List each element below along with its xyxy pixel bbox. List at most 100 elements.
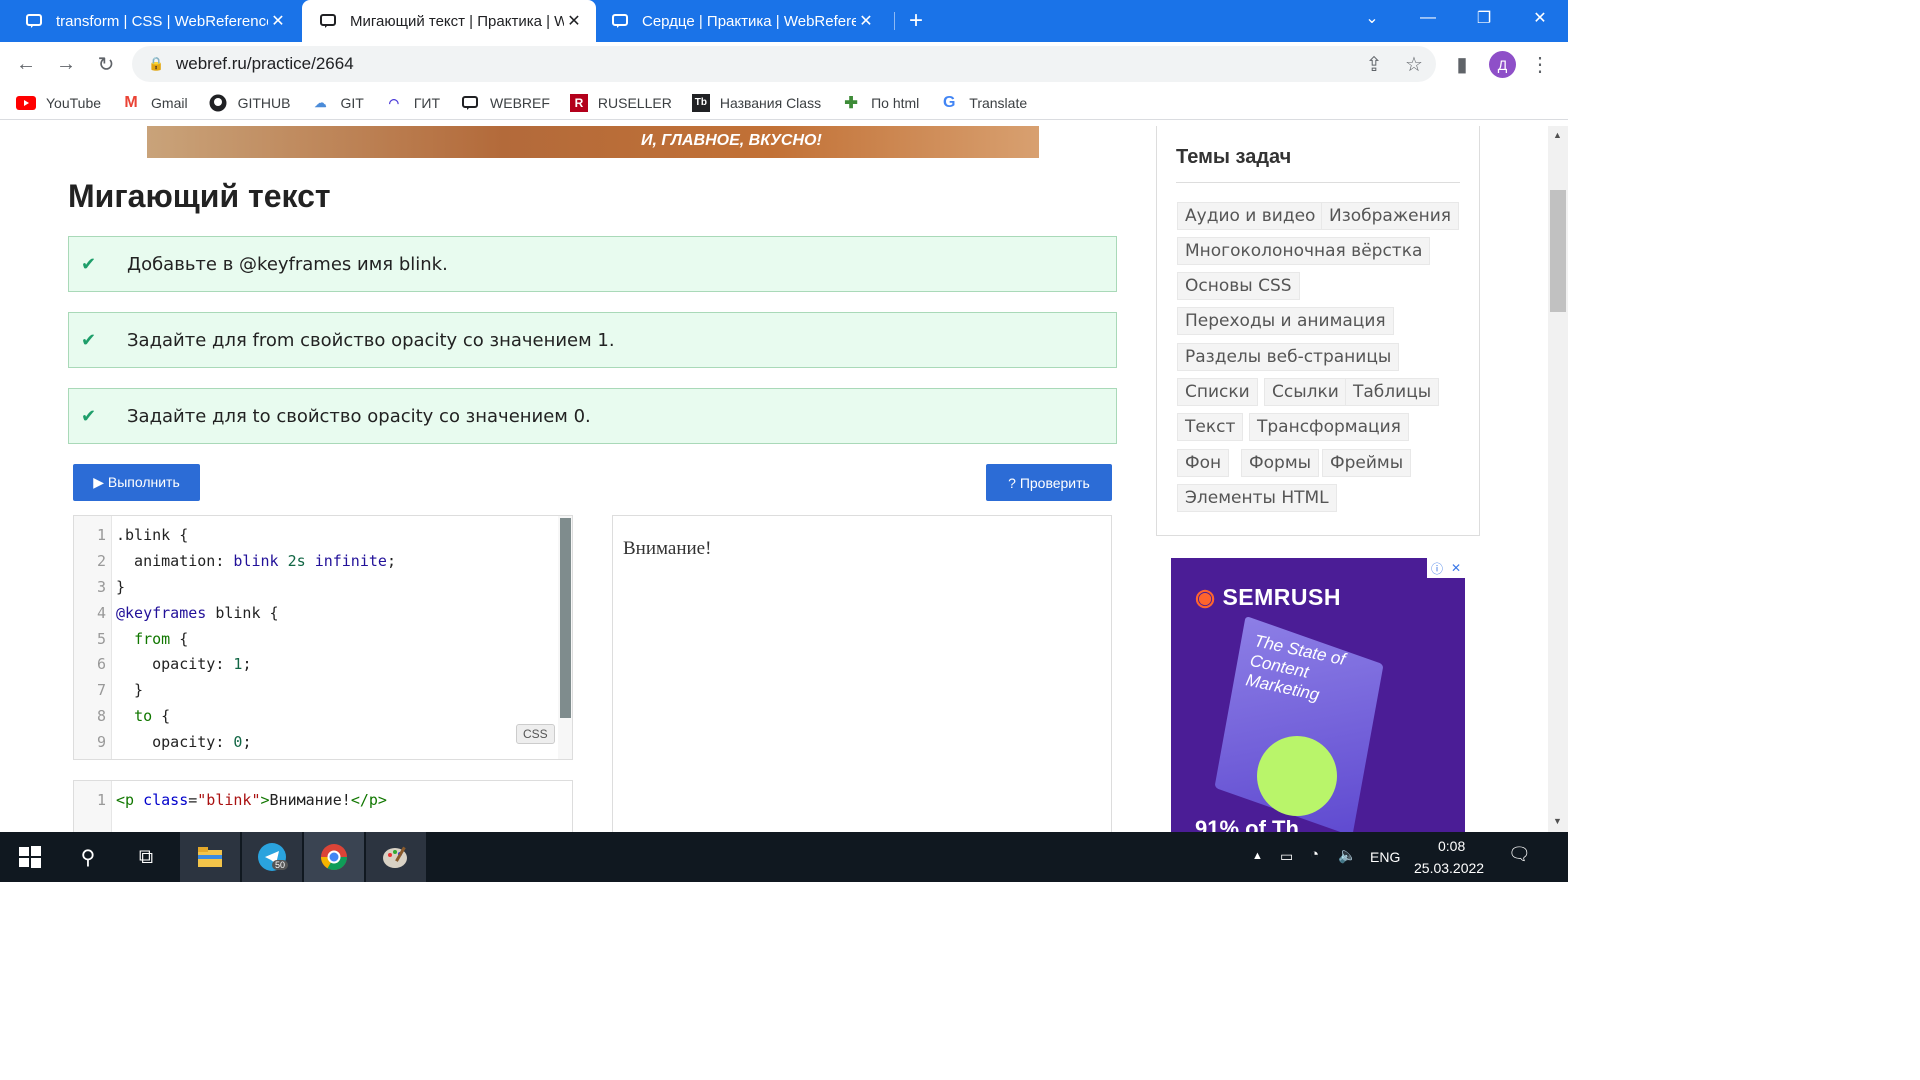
search-icon[interactable]: ⚲: [58, 832, 118, 882]
side-panel-icon[interactable]: ▮: [1448, 50, 1476, 78]
git-icon: ☁: [314, 95, 327, 110]
topic-chip[interactable]: Разделы веб-страницы: [1177, 343, 1400, 371]
line-gutter: 1: [74, 781, 112, 832]
tab-blinking-text[interactable]: Мигающий текст | Практика | W ✕: [302, 0, 596, 42]
chrome-icon[interactable]: [304, 832, 364, 882]
task-text: Задайте для from свойство opacity со зна…: [127, 329, 615, 351]
preview-text: Внимание!: [623, 538, 712, 559]
run-button[interactable]: ▶ Выполнить: [73, 464, 200, 501]
profile-avatar[interactable]: Д: [1489, 51, 1516, 78]
tab-search-icon[interactable]: ⌄: [1344, 0, 1400, 36]
ad-banner[interactable]: И, ГЛАВНОЕ, ВКУСНО!: [147, 126, 1039, 158]
topic-chip[interactable]: Многоколоночная вёрстка: [1177, 237, 1431, 265]
scrollbar-thumb[interactable]: [1550, 190, 1566, 312]
editor-scrollbar[interactable]: [560, 518, 571, 718]
bookmark-ruseller[interactable]: R RUSELLER: [569, 93, 672, 112]
git-icon: ◠: [388, 95, 400, 110]
topic-chip[interactable]: Формы: [1241, 449, 1320, 477]
topic-chip[interactable]: Изображения: [1321, 202, 1460, 230]
checkmark-icon: ✔: [81, 253, 97, 275]
task-text: Задайте для to свойство opacity со значе…: [127, 405, 591, 427]
share-icon[interactable]: ⇪: [1360, 50, 1388, 78]
bookmark-label: YouTube: [46, 94, 102, 111]
close-tab-icon[interactable]: ✕: [856, 11, 876, 31]
bookmark-youtube[interactable]: YouTube: [16, 94, 101, 112]
html-code[interactable]: <p class="blink">Внимание!</p>: [112, 781, 572, 832]
volume-icon[interactable]: 🔈: [1338, 846, 1357, 864]
bookmark-git[interactable]: ☁ GIT: [310, 94, 363, 112]
page-title: Мигающий текст: [68, 178, 331, 214]
topic-chip[interactable]: Элементы HTML: [1177, 484, 1337, 512]
bookmark-label: Translate: [969, 94, 1028, 111]
clock-time[interactable]: 0:08: [1438, 838, 1465, 854]
close-tab-icon[interactable]: ✕: [268, 11, 288, 31]
file-explorer-icon[interactable]: [180, 832, 240, 882]
css-editor[interactable]: 1 2 3 4 5 6 7 8 9 .blink { animation: bl…: [73, 515, 573, 760]
wifi-icon[interactable]: ◔: [1310, 846, 1319, 863]
tab-transform[interactable]: transform | CSS | WebReference ✕: [0, 0, 300, 42]
webref-icon: [460, 94, 480, 112]
bookmark-label: GITHUB: [237, 94, 291, 111]
url-text: webref.ru/practice/2664: [176, 54, 354, 73]
lock-icon: 🔒: [148, 56, 165, 71]
task-text: Добавьте в @keyframes имя blink.: [127, 253, 448, 275]
topic-chip[interactable]: Переходы и анимация: [1177, 307, 1394, 335]
bookmark-class-names[interactable]: Tb Названия Class: [691, 93, 821, 112]
menu-kebab-icon[interactable]: ⋮: [1526, 50, 1554, 78]
battery-icon[interactable]: ▭: [1280, 848, 1293, 865]
topic-chip[interactable]: Фреймы: [1322, 449, 1412, 477]
topic-chip[interactable]: Таблицы: [1345, 378, 1440, 406]
bookmark-translate[interactable]: G Translate: [939, 94, 1027, 112]
bookmark-label: RUSELLER: [597, 94, 672, 111]
tab-title: Мигающий текст | Практика | W: [350, 12, 564, 30]
show-hidden-icons[interactable]: ▲: [1252, 850, 1263, 862]
windows-start-icon[interactable]: [0, 832, 60, 882]
scroll-down-icon[interactable]: ▼: [1553, 816, 1562, 826]
clock-date[interactable]: 25.03.2022: [1414, 860, 1484, 876]
checkmark-icon: ✔: [81, 329, 97, 351]
bookmark-webref[interactable]: WEBREF: [460, 94, 550, 112]
topic-chip[interactable]: Основы CSS: [1177, 272, 1300, 300]
task-item: ✔ Задайте для from свойство opacity со з…: [68, 312, 1117, 368]
semrush-ad[interactable]: ⓘ ✕ ◉ SEMRUSH The State of Content Market…: [1171, 558, 1465, 832]
scroll-up-icon[interactable]: ▲: [1553, 130, 1562, 140]
check-button[interactable]: ? Проверить: [986, 464, 1112, 501]
result-preview: Внимание!: [612, 515, 1112, 832]
divider: [1176, 182, 1460, 183]
bookmark-github[interactable]: GITHUB: [208, 94, 291, 112]
topics-panel: Темы задач Аудио и видео Изображения Мно…: [1156, 126, 1480, 536]
tab-heart[interactable]: Сердце | Практика | WebReferen ✕: [596, 0, 888, 42]
minimize-icon[interactable]: —: [1400, 0, 1456, 36]
task-view-icon[interactable]: ⧉: [116, 832, 176, 882]
restore-icon[interactable]: ❐: [1456, 0, 1512, 36]
new-tab-button[interactable]: +: [902, 6, 930, 36]
topic-chip[interactable]: Текст: [1177, 413, 1244, 441]
bookmark-html[interactable]: ✚ По html: [841, 94, 919, 112]
book-illustration-circle: [1257, 736, 1337, 816]
bookmark-star-icon[interactable]: ☆: [1400, 50, 1428, 78]
paint-icon[interactable]: [366, 832, 426, 882]
topic-chip[interactable]: Списки: [1177, 378, 1258, 406]
ad-choices-icon[interactable]: ⓘ ✕: [1427, 558, 1465, 578]
address-bar[interactable]: 🔒 webref.ru/practice/2664: [132, 46, 1436, 82]
language-indicator[interactable]: ENG: [1370, 849, 1400, 865]
reload-icon[interactable]: ↻: [92, 50, 120, 78]
close-tab-icon[interactable]: ✕: [564, 11, 584, 31]
topic-chip[interactable]: Ссылки: [1264, 378, 1347, 406]
notifications-icon[interactable]: 🗨: [1508, 844, 1531, 865]
close-window-icon[interactable]: ✕: [1512, 0, 1568, 36]
css-code[interactable]: .blink { animation: blink 2s infinite; }…: [112, 516, 558, 759]
back-icon[interactable]: ←: [12, 50, 40, 78]
forward-icon[interactable]: →: [52, 50, 80, 78]
telegram-icon[interactable]: 50: [242, 832, 302, 882]
youtube-icon: [16, 94, 36, 112]
topic-chip[interactable]: Аудио и видео: [1177, 202, 1324, 230]
banner-text: И, ГЛАВНОЕ, ВКУСНО!: [641, 132, 822, 149]
topic-chip[interactable]: Трансформация: [1249, 413, 1409, 441]
ad-brand: SEMRUSH: [1222, 584, 1341, 610]
html-editor[interactable]: 1 <p class="blink">Внимание!</p>: [73, 780, 573, 832]
bookmark-git-ru[interactable]: ◠ ГИТ: [384, 94, 440, 112]
bookmark-gmail[interactable]: M Gmail: [121, 94, 187, 112]
topic-chip[interactable]: Фон: [1177, 449, 1230, 477]
tab-title: transform | CSS | WebReference: [56, 12, 268, 30]
